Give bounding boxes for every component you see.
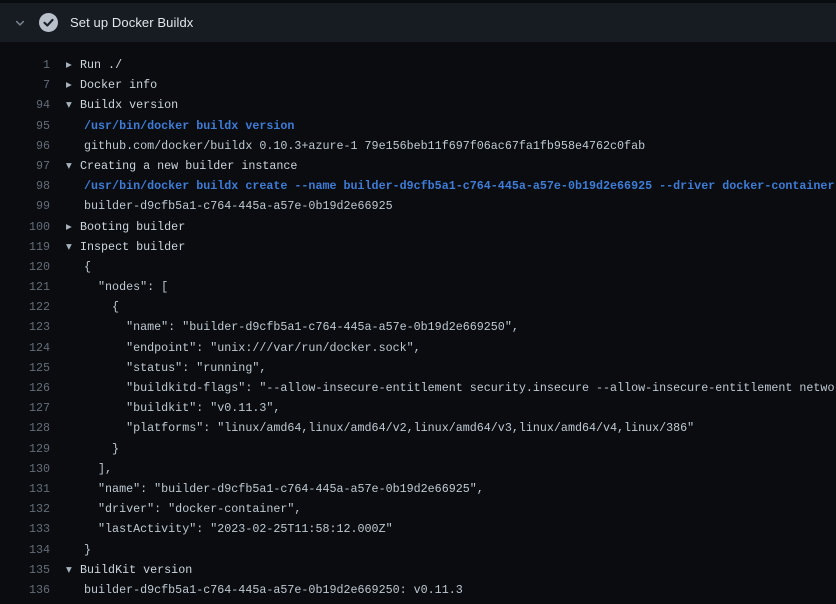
log-line[interactable]: 94 ▼Buildx version (0, 95, 836, 115)
log-text: "endpoint": "unix:///var/run/docker.sock… (84, 341, 421, 355)
log-text: "nodes": [ (84, 280, 168, 294)
line-number[interactable]: 97 (0, 156, 50, 176)
log-text: Buildx version (80, 98, 178, 112)
line-number[interactable]: 7 (0, 75, 50, 95)
log-text: Docker info (80, 78, 157, 92)
log-line: 133 "lastActivity": "2023-02-25T11:58:12… (0, 519, 836, 539)
caret-down-icon[interactable]: ▼ (66, 237, 80, 257)
log-line: 121 "nodes": [ (0, 277, 836, 297)
log-text: ], (84, 462, 112, 476)
log-line: 132 "driver": "docker-container", (0, 499, 836, 519)
log-line: 125 "status": "running", (0, 358, 836, 378)
log-text: "platforms": "linux/amd64,linux/amd64/v2… (84, 421, 694, 435)
caret-right-icon[interactable]: ▶ (66, 75, 80, 95)
line-number[interactable]: 132 (0, 499, 50, 519)
line-number[interactable]: 99 (0, 196, 50, 216)
caret-down-icon[interactable]: ▼ (66, 95, 80, 115)
log-text: } (84, 442, 119, 456)
log-text: "name": "builder-d9cfb5a1-c764-445a-a57e… (84, 482, 484, 496)
log-line: 95 /usr/bin/docker buildx version (0, 116, 836, 136)
caret-right-icon[interactable]: ▶ (66, 217, 80, 237)
line-number[interactable]: 98 (0, 176, 50, 196)
log-line: 99 builder-d9cfb5a1-c764-445a-a57e-0b19d… (0, 196, 836, 216)
step-title: Set up Docker Buildx (70, 15, 193, 30)
log-line: 122 { (0, 297, 836, 317)
log-line: 96 github.com/docker/buildx 0.10.3+azure… (0, 136, 836, 156)
line-number[interactable]: 133 (0, 519, 50, 539)
log-text: Inspect builder (80, 240, 185, 254)
log-text: "driver": "docker-container", (84, 502, 301, 516)
log-line: 127 "buildkit": "v0.11.3", (0, 398, 836, 418)
line-number[interactable]: 121 (0, 277, 50, 297)
log-area: 1 ▶Run ./ 7 ▶Docker info 94 ▼Buildx vers… (0, 42, 836, 600)
log-line: 126 "buildkitd-flags": "--allow-insecure… (0, 378, 836, 398)
line-number[interactable]: 126 (0, 378, 50, 398)
log-text: Run ./ (80, 58, 122, 72)
log-line: 136 builder-d9cfb5a1-c764-445a-a57e-0b19… (0, 580, 836, 600)
caret-right-icon[interactable]: ▶ (66, 55, 80, 75)
line-number[interactable]: 1 (0, 55, 50, 75)
log-line[interactable]: 97 ▼Creating a new builder instance (0, 156, 836, 176)
line-number[interactable]: 131 (0, 479, 50, 499)
log-line: 129 } (0, 439, 836, 459)
log-text: builder-d9cfb5a1-c764-445a-a57e-0b19d2e6… (84, 199, 393, 213)
step-header-row[interactable]: Set up Docker Buildx (0, 3, 836, 42)
log-text: "name": "builder-d9cfb5a1-c764-445a-a57e… (84, 320, 519, 334)
line-number[interactable]: 128 (0, 418, 50, 438)
caret-down-icon[interactable]: ▼ (66, 156, 80, 176)
log-text: "lastActivity": "2023-02-25T11:58:12.000… (84, 522, 393, 536)
line-number[interactable]: 125 (0, 358, 50, 378)
line-number[interactable]: 119 (0, 237, 50, 257)
log-text: Booting builder (80, 220, 185, 234)
chevron-down-icon[interactable] (13, 16, 26, 29)
log-text: "buildkit": "v0.11.3", (84, 401, 280, 415)
line-number[interactable]: 136 (0, 580, 50, 600)
line-number[interactable]: 122 (0, 297, 50, 317)
log-line: 130 ], (0, 459, 836, 479)
log-text: { (84, 300, 119, 314)
log-line: 124 "endpoint": "unix:///var/run/docker.… (0, 338, 836, 358)
line-number[interactable]: 124 (0, 338, 50, 358)
log-text: BuildKit version (80, 563, 192, 577)
log-line: 123 "name": "builder-d9cfb5a1-c764-445a-… (0, 317, 836, 337)
line-number[interactable]: 134 (0, 540, 50, 560)
log-text: "buildkitd-flags": "--allow-insecure-ent… (84, 381, 836, 395)
log-text: } (84, 543, 91, 557)
log-line: 131 "name": "builder-d9cfb5a1-c764-445a-… (0, 479, 836, 499)
log-text: github.com/docker/buildx 0.10.3+azure-1 … (84, 139, 645, 153)
log-text: Creating a new builder instance (80, 159, 297, 173)
actions-log-viewer: Set up Docker Buildx 1 ▶Run ./ 7 ▶Docker… (0, 0, 836, 604)
log-line[interactable]: 100 ▶Booting builder (0, 217, 836, 237)
line-number[interactable]: 123 (0, 317, 50, 337)
line-number[interactable]: 94 (0, 95, 50, 115)
line-number[interactable]: 127 (0, 398, 50, 418)
log-text: /usr/bin/docker buildx version (84, 119, 294, 133)
log-line: 128 "platforms": "linux/amd64,linux/amd6… (0, 418, 836, 438)
log-line[interactable]: 1 ▶Run ./ (0, 55, 836, 75)
line-number[interactable]: 130 (0, 459, 50, 479)
check-circle-icon (39, 13, 58, 32)
log-line: 120 { (0, 257, 836, 277)
log-text: "status": "running", (84, 361, 266, 375)
line-number[interactable]: 100 (0, 217, 50, 237)
caret-down-icon[interactable]: ▼ (66, 560, 80, 580)
log-line[interactable]: 119 ▼Inspect builder (0, 237, 836, 257)
log-line[interactable]: 135 ▼BuildKit version (0, 560, 836, 580)
log-line[interactable]: 7 ▶Docker info (0, 75, 836, 95)
log-text: { (84, 260, 91, 274)
log-line: 98 /usr/bin/docker buildx create --name … (0, 176, 836, 196)
line-number[interactable]: 120 (0, 257, 50, 277)
log-line: 134 } (0, 540, 836, 560)
line-number[interactable]: 129 (0, 439, 50, 459)
log-text: /usr/bin/docker buildx create --name bui… (84, 179, 834, 193)
log-text: builder-d9cfb5a1-c764-445a-a57e-0b19d2e6… (84, 583, 463, 597)
line-number[interactable]: 135 (0, 560, 50, 580)
line-number[interactable]: 95 (0, 116, 50, 136)
line-number[interactable]: 96 (0, 136, 50, 156)
